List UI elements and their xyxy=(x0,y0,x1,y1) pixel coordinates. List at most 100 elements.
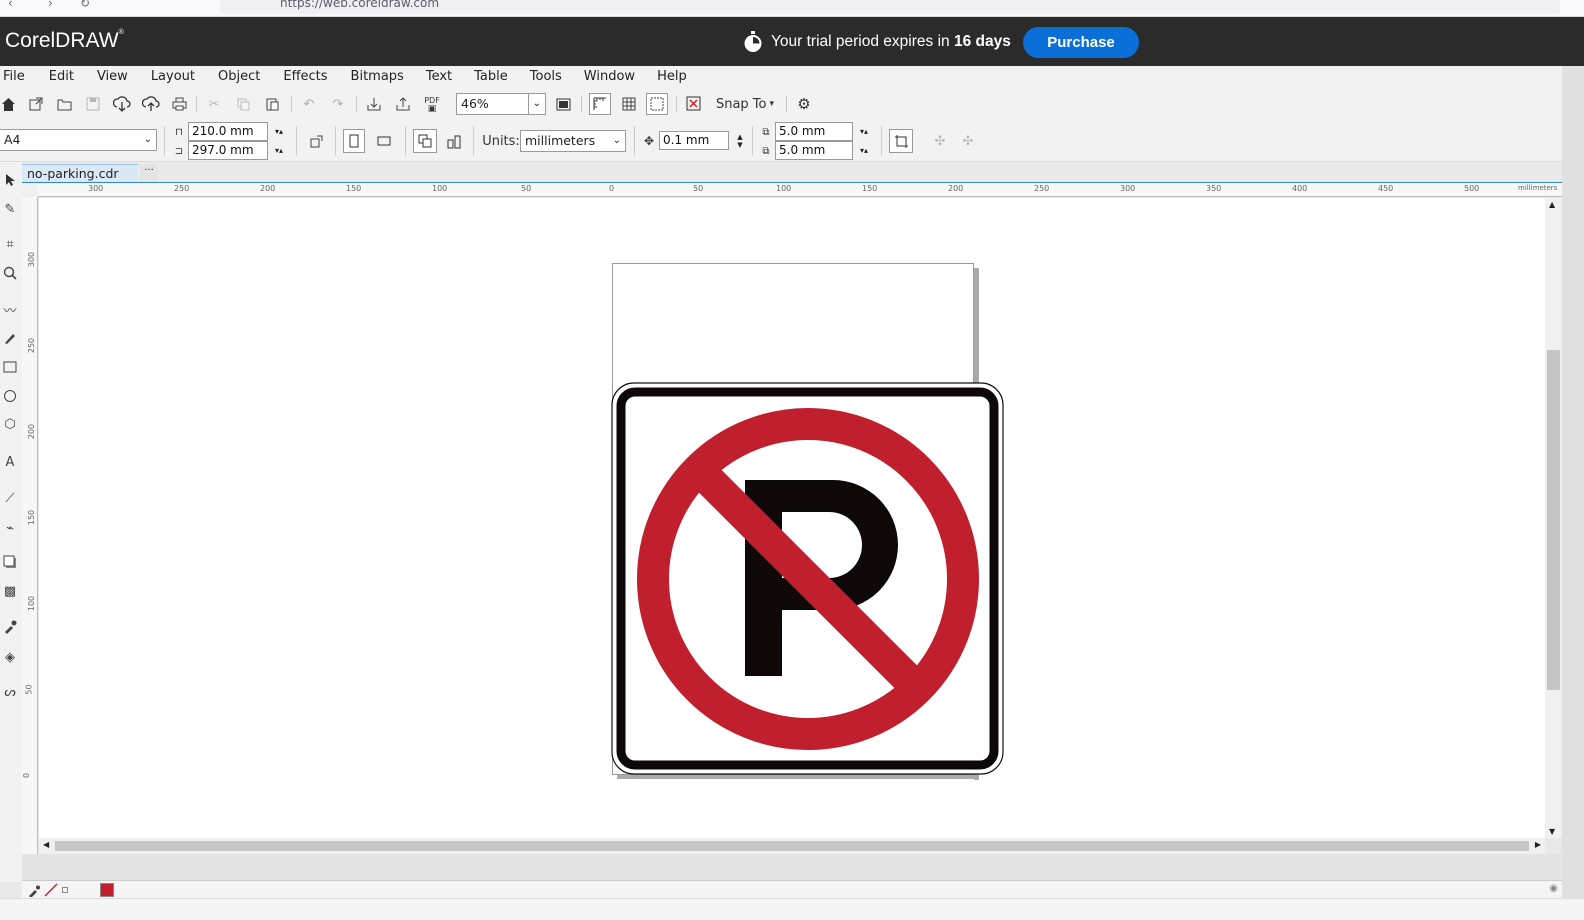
smart-fill-icon[interactable]: ᔕ xyxy=(0,682,20,702)
home-icon[interactable] xyxy=(0,94,16,114)
menu-help[interactable]: Help xyxy=(657,66,687,88)
zoom-tool-icon[interactable] xyxy=(0,263,20,283)
more-tabs-button[interactable]: ··· xyxy=(140,164,158,182)
page-height-field[interactable]: 297.0 mm xyxy=(188,141,268,160)
transform-fill-icon[interactable]: ✣ xyxy=(958,131,978,151)
show-rulers-icon[interactable] xyxy=(589,93,611,115)
forward-icon[interactable]: › xyxy=(48,0,53,10)
document-tab[interactable]: no-parking.cdr xyxy=(22,164,138,182)
page-width-field[interactable]: 210.0 mm xyxy=(188,122,268,141)
vertical-scrollbar[interactable]: ▲ ▼ xyxy=(1545,198,1562,838)
menu-file[interactable]: File xyxy=(3,66,25,88)
back-icon[interactable]: ‹ xyxy=(8,0,13,10)
scroll-down-icon[interactable]: ▼ xyxy=(1549,827,1555,836)
units-select[interactable]: millimeters ⌄ xyxy=(520,130,626,152)
menu-window[interactable]: Window xyxy=(584,66,635,88)
toolbar-divider xyxy=(291,96,292,112)
crop-tool-icon[interactable]: ⌗ xyxy=(0,234,20,254)
interactive-fill-icon[interactable]: ◈ xyxy=(0,647,20,667)
menu-tools[interactable]: Tools xyxy=(530,66,562,88)
transform-objects-icon[interactable]: ✣ xyxy=(930,131,950,151)
scroll-left-icon[interactable]: ◀ xyxy=(43,840,49,849)
scroll-up-icon[interactable]: ▲ xyxy=(1549,200,1555,209)
menu-effects[interactable]: Effects xyxy=(283,66,327,88)
snap-to-dropdown[interactable]: Snap To ▾ xyxy=(713,94,777,114)
rectangle-tool-icon[interactable] xyxy=(0,357,20,377)
dimension-tool-icon[interactable]: ⟋ xyxy=(0,488,20,508)
duplicate-distance-x-field[interactable]: 5.0 mm xyxy=(775,122,853,141)
show-guidelines-icon[interactable] xyxy=(646,93,668,115)
address-bar[interactable]: https://web.coreldraw.com xyxy=(220,0,1560,14)
docker-strip xyxy=(1562,66,1584,920)
print-icon[interactable] xyxy=(170,94,188,114)
open-folder-icon[interactable] xyxy=(55,94,73,114)
duplicate-distance-x-spinner[interactable]: ▾▴ xyxy=(853,122,875,141)
current-page-icon[interactable] xyxy=(443,131,465,151)
transparency-tool-icon[interactable]: ▩ xyxy=(0,581,20,601)
freehand-tool-icon[interactable]: 〰 xyxy=(0,299,20,319)
page-options-icon[interactable] xyxy=(305,131,327,151)
menu-view[interactable]: View xyxy=(97,66,128,88)
horizontal-ruler[interactable]: 300 250 200 150 100 50 0 50 100 150 200 … xyxy=(38,183,1562,197)
shape-tool-icon[interactable]: ✎ xyxy=(0,199,20,219)
redo-icon[interactable]: ↷ xyxy=(329,94,347,114)
page-size-select[interactable]: A4 ⌄ xyxy=(0,129,157,151)
cloud-upload-icon[interactable] xyxy=(141,94,161,114)
pick-tool-icon[interactable] xyxy=(0,170,20,190)
zoom-level-select[interactable]: 46% ⌄ xyxy=(456,93,546,115)
portrait-orientation-icon[interactable] xyxy=(343,129,365,153)
copy-icon[interactable] xyxy=(234,94,252,114)
show-grid-icon[interactable] xyxy=(619,94,639,114)
reload-icon[interactable]: ↻ xyxy=(80,0,90,10)
treat-as-filled-icon[interactable] xyxy=(889,129,913,153)
page-width-spinner[interactable]: ▾▴ xyxy=(268,122,290,141)
status-expand-icon[interactable]: ◉ xyxy=(1549,883,1558,894)
cloud-download-icon[interactable] xyxy=(112,94,132,114)
full-screen-icon[interactable] xyxy=(554,94,572,114)
menu-object[interactable]: Object xyxy=(218,66,260,88)
duplicate-distance-y-spinner[interactable]: ▾▴ xyxy=(853,141,875,160)
purchase-button[interactable]: Purchase xyxy=(1023,27,1139,58)
nudge-distance-field[interactable]: 0.1 mm xyxy=(659,131,729,150)
ruler-tick: 0 xyxy=(609,184,615,193)
no-parking-sign[interactable] xyxy=(611,382,1004,775)
artistic-media-icon[interactable] xyxy=(0,328,20,348)
paste-icon[interactable] xyxy=(263,94,281,114)
eyedropper-tool-icon[interactable] xyxy=(0,617,20,637)
nudge-distance-spinner[interactable]: ▲ ▼ xyxy=(729,131,751,150)
export-icon[interactable] xyxy=(394,94,412,114)
trial-notice: Your trial period expires in 16 days xyxy=(743,31,1011,53)
settings-gear-icon[interactable]: ⚙ xyxy=(794,94,814,114)
duplicate-distance-y-field[interactable]: 5.0 mm xyxy=(775,141,853,160)
vertical-scroll-thumb[interactable] xyxy=(1547,350,1560,690)
nudge-distance-icon: ✥ xyxy=(643,134,655,148)
save-icon[interactable] xyxy=(84,94,102,114)
snap-off-icon[interactable] xyxy=(684,94,704,114)
publish-pdf-icon[interactable]: PDF ▣ xyxy=(422,93,442,115)
polygon-tool-icon[interactable]: ⬡ xyxy=(0,414,20,434)
new-window-icon[interactable] xyxy=(27,94,45,114)
all-pages-icon[interactable] xyxy=(413,129,437,153)
menu-edit[interactable]: Edit xyxy=(49,66,74,88)
ruler-origin[interactable] xyxy=(22,183,38,197)
outline-swatch[interactable] xyxy=(62,887,68,893)
drop-shadow-tool-icon[interactable] xyxy=(0,552,20,572)
horizontal-scroll-thumb[interactable] xyxy=(55,841,1529,851)
cut-icon[interactable]: ✂ xyxy=(205,94,223,114)
vertical-ruler[interactable]: 300 250 200 150 100 50 0 xyxy=(22,197,38,857)
text-tool-icon[interactable]: A xyxy=(0,452,20,472)
undo-icon[interactable]: ↶ xyxy=(300,94,318,114)
scroll-right-icon[interactable]: ▶ xyxy=(1535,840,1541,849)
import-icon[interactable] xyxy=(365,94,383,114)
ellipse-tool-icon[interactable] xyxy=(0,386,20,406)
connector-tool-icon[interactable]: ⌁ xyxy=(0,518,20,538)
menu-table[interactable]: Table xyxy=(474,66,508,88)
menu-bitmaps[interactable]: Bitmaps xyxy=(351,66,404,88)
menu-layout[interactable]: Layout xyxy=(151,66,195,88)
landscape-orientation-icon[interactable] xyxy=(373,131,395,151)
horizontal-scrollbar[interactable]: ◀ ▶ xyxy=(39,838,1545,854)
page-height-spinner[interactable]: ▾▴ xyxy=(268,141,290,160)
ruler-tick: 300 xyxy=(27,251,37,268)
menu-text[interactable]: Text xyxy=(426,66,452,88)
fill-color-swatch[interactable] xyxy=(100,883,114,897)
